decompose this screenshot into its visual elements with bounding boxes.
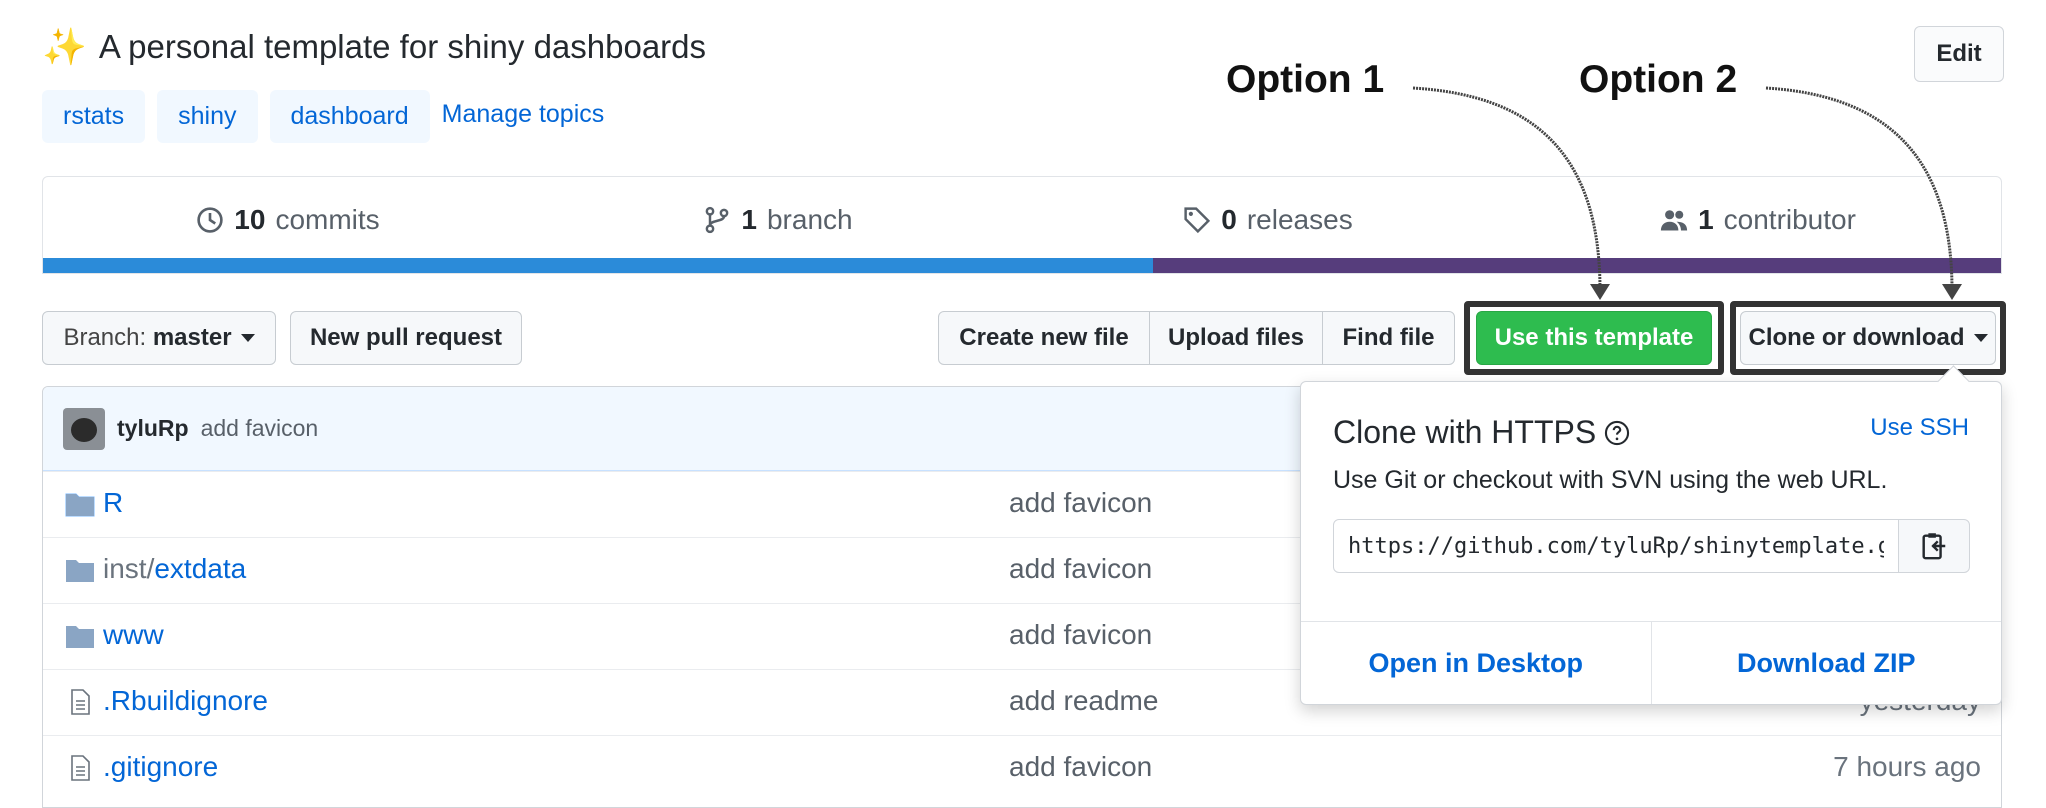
option-1-arrowhead [1590, 284, 1610, 300]
annotation-arrows [1412, 86, 1962, 300]
option-2-arrow [1765, 86, 1954, 291]
option-1-arrow [1412, 86, 1602, 291]
option-2-arrowhead [1942, 284, 1962, 300]
